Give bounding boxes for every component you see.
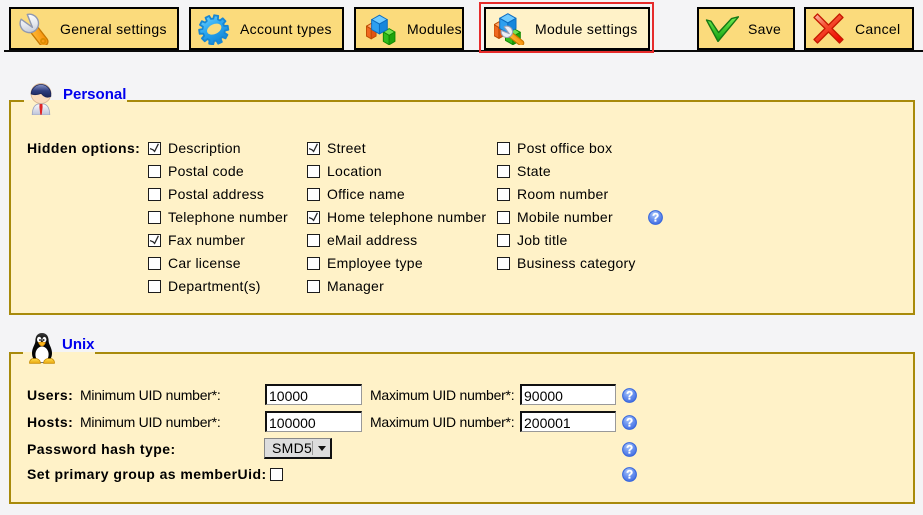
svg-text:?: ?: [626, 444, 633, 456]
svg-text:?: ?: [626, 390, 633, 402]
svg-text:?: ?: [626, 417, 633, 429]
svg-text:?: ?: [626, 469, 633, 481]
svg-text:?: ?: [652, 212, 659, 224]
